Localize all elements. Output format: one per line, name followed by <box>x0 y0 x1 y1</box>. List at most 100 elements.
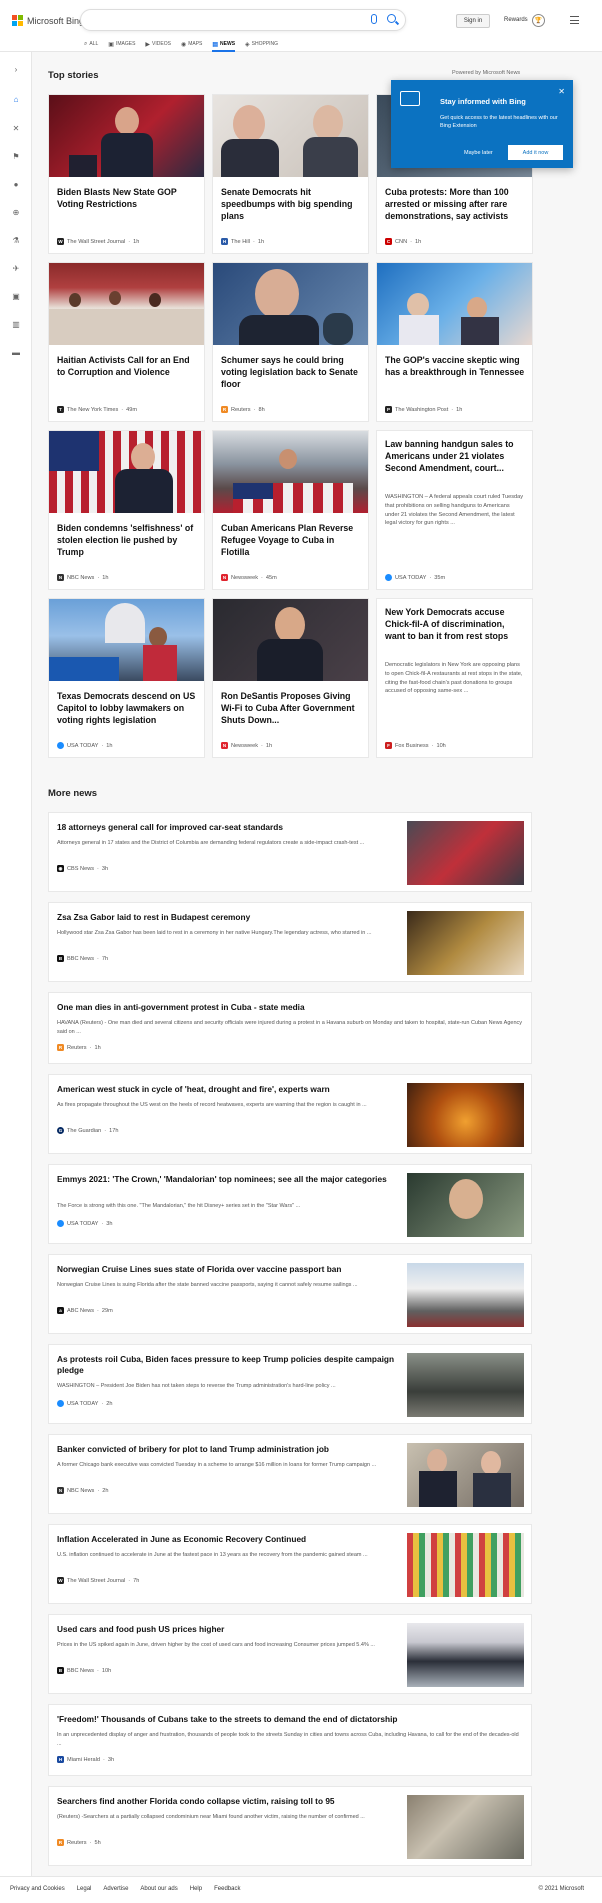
search-icon[interactable] <box>387 14 396 23</box>
story-card[interactable]: Schumer says he could bring voting legis… <box>212 262 369 422</box>
rewards-link[interactable]: Rewards <box>504 17 528 23</box>
story-title[interactable]: Ron DeSantis Proposes Giving Wi-Fi to Cu… <box>221 691 361 727</box>
news-title[interactable]: Searchers find another Florida condo col… <box>57 1796 395 1807</box>
story-card[interactable]: Haitian Activists Call for an End to Cor… <box>48 262 205 422</box>
footer-link-help[interactable]: Help <box>190 1886 202 1892</box>
search-tabs: ⌕ ALL ▣ IMAGES ▶ VIDEOS ◉ MAPS ▤ NEWS ◈ SHOPPI… <box>84 38 278 52</box>
close-icon[interactable]: ✕ <box>558 87 565 96</box>
microphone-icon[interactable] <box>371 14 377 24</box>
story-card[interactable]: The GOP's vaccine skeptic wing has a bre… <box>376 262 533 422</box>
rewards-trophy-icon[interactable]: 🏆 <box>532 14 545 27</box>
expand-icon[interactable]: › <box>11 64 21 74</box>
rocket-icon[interactable]: ✈ <box>11 263 21 273</box>
news-title[interactable]: As protests roil Cuba, Biden faces press… <box>57 1354 395 1377</box>
location-icon[interactable]: ● <box>11 179 21 189</box>
news-title[interactable]: Norwegian Cruise Lines sues state of Flo… <box>57 1264 395 1275</box>
page-footer: Privacy and Cookies Legal Advertise Abou… <box>0 1876 602 1903</box>
news-list-item[interactable]: Norwegian Cruise Lines sues state of Flo… <box>48 1254 532 1334</box>
source-logo-icon: F <box>385 742 392 749</box>
news-title[interactable]: American west stuck in cycle of 'heat, d… <box>57 1084 395 1095</box>
news-source: a ABC News · 29m <box>57 1307 113 1314</box>
news-list-item[interactable]: One man dies in anti-government protest … <box>48 992 532 1064</box>
story-card[interactable]: New York Democrats accuse Chick-fil-A of… <box>376 598 533 758</box>
tab-images[interactable]: ▣ IMAGES <box>108 38 135 50</box>
maybe-later-button[interactable]: Maybe later <box>464 150 493 156</box>
news-title[interactable]: Banker convicted of bribery for plot to … <box>57 1444 395 1455</box>
hamburger-menu-icon[interactable] <box>570 16 579 24</box>
footer-link-advertise[interactable]: Advertise <box>103 1886 128 1892</box>
story-card[interactable]: Texas Democrats descend on US Capitol to… <box>48 598 205 758</box>
story-abstract: WASHINGTON – A federal appeals court rul… <box>385 494 524 527</box>
story-source: P The Washington Post · 1h <box>385 406 463 413</box>
news-thumbnail <box>407 821 524 885</box>
story-title[interactable]: New York Democrats accuse Chick-fil-A of… <box>385 607 525 643</box>
footer-link-about-ads[interactable]: About our ads <box>140 1886 177 1892</box>
news-title[interactable]: Inflation Accelerated in June as Economi… <box>57 1534 395 1545</box>
news-title[interactable]: Zsa Zsa Gabor laid to rest in Budapest c… <box>57 912 395 923</box>
story-title[interactable]: Texas Democrats descend on US Capitol to… <box>57 691 197 727</box>
news-title[interactable]: One man dies in anti-government protest … <box>57 1002 523 1013</box>
footer-link-privacy[interactable]: Privacy and Cookies <box>10 1886 65 1892</box>
news-list-item[interactable]: Zsa Zsa Gabor laid to rest in Budapest c… <box>48 902 532 982</box>
top-header: Microsoft Bing Sign in Rewards 🏆 ⌕ ALL ▣ I… <box>0 0 602 52</box>
story-card[interactable]: Cuban Americans Plan Reverse Refugee Voy… <box>212 430 369 590</box>
story-title[interactable]: Schumer says he could bring voting legis… <box>221 355 361 391</box>
news-list-item[interactable]: 'Freedom!' Thousands of Cubans take to t… <box>48 1704 532 1776</box>
source-logo-icon: W <box>57 1577 64 1584</box>
bank-icon[interactable]: ▥ <box>11 319 21 329</box>
news-list-item[interactable]: As protests roil Cuba, Biden faces press… <box>48 1344 532 1424</box>
story-card[interactable]: Law banning handgun sales to Americans u… <box>376 430 533 590</box>
tab-news[interactable]: ▤ NEWS <box>212 38 235 52</box>
globe-icon[interactable]: ⊕ <box>11 207 21 217</box>
story-card[interactable]: Senate Democrats hit speedbumps with big… <box>212 94 369 254</box>
footer-link-feedback[interactable]: Feedback <box>214 1886 240 1892</box>
story-title[interactable]: The GOP's vaccine skeptic wing has a bre… <box>385 355 525 379</box>
news-title[interactable]: Emmys 2021: 'The Crown,' 'Mandalorian' t… <box>57 1174 395 1185</box>
news-snippet: Norwegian Cruise Lines is suing Florida … <box>57 1282 358 1288</box>
news-snippet: A former Chicago bank executive was conv… <box>57 1462 377 1468</box>
source-logo-icon: B <box>57 955 64 962</box>
card-icon[interactable]: ▬ <box>11 347 21 357</box>
news-title[interactable]: 'Freedom!' Thousands of Cubans take to t… <box>57 1714 523 1725</box>
sports-icon[interactable]: ✕ <box>11 123 21 133</box>
video-icon[interactable]: ▣ <box>11 291 21 301</box>
news-source: H Miami Herald · 3h <box>57 1756 115 1763</box>
story-card[interactable]: Biden Blasts New State GOP Voting Restri… <box>48 94 205 254</box>
news-list-item[interactable]: American west stuck in cycle of 'heat, d… <box>48 1074 532 1154</box>
news-source: G The Guardian · 17h <box>57 1127 119 1134</box>
source-logo-icon: H <box>221 238 228 245</box>
news-list-item[interactable]: 18 attorneys general call for improved c… <box>48 812 532 892</box>
news-list-item[interactable]: Searchers find another Florida condo col… <box>48 1786 532 1866</box>
story-card[interactable]: Ron DeSantis Proposes Giving Wi-Fi to Cu… <box>212 598 369 758</box>
story-title[interactable]: Law banning handgun sales to Americans u… <box>385 439 525 475</box>
news-title[interactable]: Used cars and food push US prices higher <box>57 1624 395 1635</box>
story-title[interactable]: Biden Blasts New State GOP Voting Restri… <box>57 187 197 211</box>
news-list-item[interactable]: Used cars and food push US prices higher… <box>48 1614 532 1694</box>
news-thumbnail <box>407 1173 524 1237</box>
story-title[interactable]: Biden condemns 'selfishness' of stolen e… <box>57 523 197 559</box>
tab-all[interactable]: ⌕ ALL <box>84 38 98 50</box>
science-icon[interactable]: ⚗ <box>11 235 21 245</box>
story-title[interactable]: Cuba protests: More than 100 arrested or… <box>385 187 525 223</box>
home-icon[interactable]: ⌂ <box>11 94 21 104</box>
story-title[interactable]: Haitian Activists Call for an End to Cor… <box>57 355 197 379</box>
story-card[interactable]: Biden condemns 'selfishness' of stolen e… <box>48 430 205 590</box>
news-list-item[interactable]: Inflation Accelerated in June as Economi… <box>48 1524 532 1604</box>
search-input[interactable] <box>80 9 406 31</box>
signin-button[interactable]: Sign in <box>456 14 490 28</box>
bing-logo[interactable]: Microsoft Bing <box>12 15 84 26</box>
story-title[interactable]: Senate Democrats hit speedbumps with big… <box>221 187 361 223</box>
news-list-item[interactable]: Emmys 2021: 'The Crown,' 'Mandalorian' t… <box>48 1164 532 1244</box>
add-extension-button[interactable]: Add it now <box>508 145 563 160</box>
source-logo-icon: N <box>221 574 228 581</box>
footer-link-legal[interactable]: Legal <box>77 1886 92 1892</box>
tab-maps[interactable]: ◉ MAPS <box>181 38 202 50</box>
tab-videos[interactable]: ▶ VIDEOS <box>145 38 171 50</box>
news-snippet: Attorneys general in 17 states and the D… <box>57 840 365 846</box>
news-title[interactable]: 18 attorneys general call for improved c… <box>57 822 395 833</box>
flag-icon[interactable]: ⚑ <box>11 151 21 161</box>
news-list-item[interactable]: Banker convicted of bribery for plot to … <box>48 1434 532 1514</box>
tab-shopping[interactable]: ◈ SHOPPING <box>245 38 278 50</box>
story-title[interactable]: Cuban Americans Plan Reverse Refugee Voy… <box>221 523 361 559</box>
story-source: T The New York Times · 49m <box>57 406 137 413</box>
